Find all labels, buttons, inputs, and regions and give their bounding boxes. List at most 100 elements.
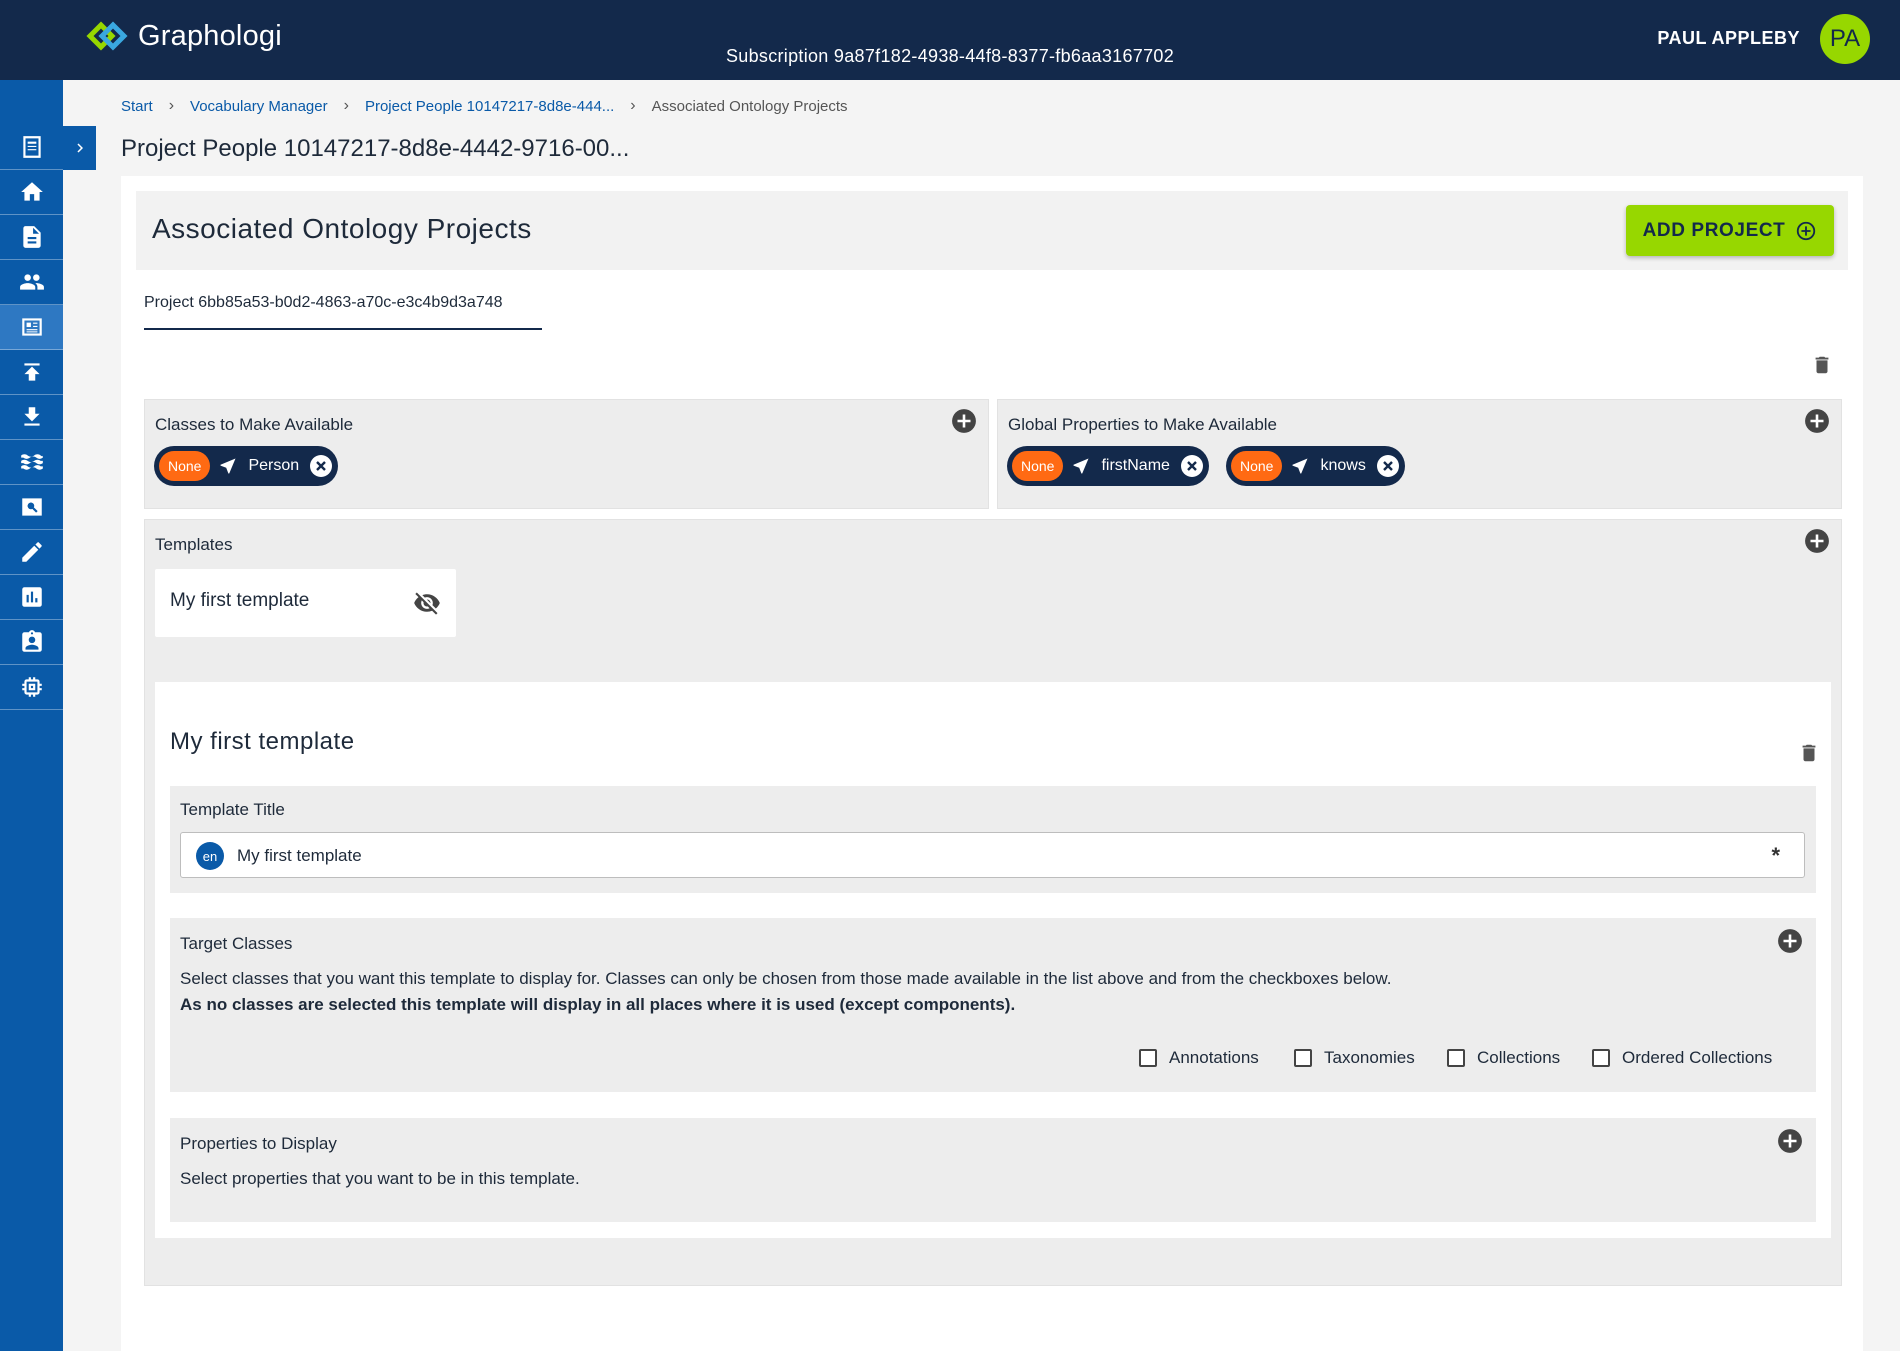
- checkbox-box[interactable]: [1447, 1049, 1465, 1067]
- property-chip[interactable]: None knows: [1226, 446, 1405, 486]
- sidebar-item-profile[interactable]: [0, 620, 63, 665]
- templates-card-label: Templates: [155, 535, 233, 554]
- delete-template-button[interactable]: [1798, 740, 1820, 766]
- chip-badge: None: [159, 451, 211, 481]
- trash-icon: [1802, 744, 1816, 762]
- target-classes-card: Target Classes Select classes that you w…: [170, 918, 1816, 1092]
- required-icon: *: [1771, 843, 1780, 868]
- trash-icon: [1815, 356, 1829, 374]
- template-title-card: Template Title en My first template *: [170, 786, 1816, 893]
- target-classes-label: Target Classes: [180, 934, 293, 953]
- add-target-class-button[interactable]: [1777, 928, 1803, 954]
- home-icon: [20, 182, 43, 201]
- breadcrumb-separator: ›: [343, 97, 349, 114]
- notes-icon: [22, 136, 41, 158]
- class-chip[interactable]: None Person: [154, 446, 339, 486]
- language-badge[interactable]: en: [196, 842, 224, 870]
- checkbox-label: Collections: [1477, 1048, 1561, 1067]
- checkbox-label: Taxonomies: [1324, 1048, 1415, 1067]
- page-title: Project People 10147217-8d8e-4442-9716-0…: [121, 135, 630, 162]
- breadcrumb-start[interactable]: Start: [121, 98, 153, 115]
- add-property-button[interactable]: [1804, 408, 1830, 434]
- template-tile-label: My first template: [170, 590, 310, 611]
- sidebar-item-settings[interactable]: [0, 665, 63, 710]
- breadcrumb-separator: ›: [168, 97, 175, 114]
- checkbox-label: Annotations: [1169, 1048, 1259, 1067]
- breadcrumb-project[interactable]: Project People 10147217-8d8e-444...: [365, 98, 614, 115]
- sidebar-item-notes[interactable]: [0, 125, 63, 170]
- visibility-off-icon[interactable]: [412, 589, 442, 617]
- template-title-label: Template Title: [180, 800, 285, 819]
- search-icon: [21, 498, 42, 516]
- sidebar-item-search[interactable]: [0, 485, 63, 530]
- add-project-button[interactable]: ADD PROJECT: [1626, 205, 1834, 256]
- navigation-arrow-icon: [1292, 458, 1308, 474]
- chevron-right-icon: [76, 143, 83, 153]
- close-circle-icon[interactable]: [1376, 454, 1400, 478]
- waves-icon: [20, 454, 43, 470]
- add-template-button[interactable]: [1804, 528, 1830, 554]
- close-circle-icon[interactable]: [1180, 454, 1204, 478]
- close-circle-icon[interactable]: [309, 454, 333, 478]
- properties-card: Global Properties to Make Available None…: [997, 399, 1842, 509]
- template-tile[interactable]: My first template: [155, 569, 456, 637]
- checkbox-label: Ordered Collections: [1622, 1048, 1773, 1067]
- chip-badge: None: [1231, 451, 1283, 481]
- checkbox-box[interactable]: [1294, 1049, 1312, 1067]
- add-circle-icon: [1778, 1129, 1802, 1153]
- sidebar-item-people[interactable]: [0, 260, 63, 305]
- sidebar-item-waves[interactable]: [0, 440, 63, 485]
- user-name[interactable]: PAUL APPLEBY: [1657, 28, 1800, 49]
- top-header: Graphologi Subscription 9a87f182-4938-44…: [0, 0, 1900, 80]
- navigation-arrow-icon: [220, 458, 236, 474]
- edit-icon: [21, 542, 42, 562]
- sidebar-item-download[interactable]: [0, 395, 63, 440]
- checkbox-taxonomies[interactable]: Taxonomies: [1294, 1048, 1415, 1068]
- chart-icon: [21, 587, 42, 607]
- add-circle-icon: [952, 409, 976, 433]
- checkbox-ordered-collections[interactable]: Ordered Collections: [1592, 1048, 1772, 1068]
- main-panel: Associated Ontology Projects ADD PROJECT…: [121, 176, 1863, 1351]
- sidebar-expand-button[interactable]: [63, 126, 96, 170]
- subscription-label: Subscription 9a87f182-4938-44f8-8377-fb6…: [725, 46, 1175, 66]
- chip-label: firstName: [1101, 457, 1170, 474]
- checkbox-annotations[interactable]: Annotations: [1139, 1048, 1259, 1068]
- properties-display-card: Properties to Display Select properties …: [170, 1118, 1816, 1222]
- checkbox-box[interactable]: [1139, 1049, 1157, 1067]
- checkbox-box[interactable]: [1592, 1049, 1610, 1067]
- breadcrumb-vocabulary-manager[interactable]: Vocabulary Manager: [190, 98, 328, 115]
- templates-card: Templates My first template My first tem…: [144, 519, 1842, 1286]
- classes-card: Classes to Make Available None Person: [144, 399, 989, 509]
- target-classes-help: Select classes that you want this templa…: [180, 969, 1392, 988]
- sidebar-item-analytics[interactable]: [0, 575, 63, 620]
- add-circle-icon: [1778, 929, 1802, 953]
- add-project-label: ADD PROJECT: [1642, 219, 1786, 241]
- sidebar-item-upload[interactable]: [0, 350, 63, 395]
- sidebar-item-documents[interactable]: [0, 215, 63, 260]
- template-editor: My first template Template Title en My f…: [155, 682, 1831, 1238]
- document-icon: [22, 226, 41, 248]
- avatar[interactable]: PA: [1820, 14, 1870, 64]
- sidebar-item-home[interactable]: [0, 170, 63, 215]
- delete-project-button[interactable]: [1811, 352, 1833, 378]
- properties-card-label: Global Properties to Make Available: [1008, 415, 1278, 434]
- add-circle-icon: [1805, 529, 1829, 553]
- sidebar: [0, 80, 63, 1351]
- editor-title: My first template: [170, 728, 355, 755]
- tab-project[interactable]: Project 6bb85a53-b0d2-4863-a70c-e3c4b9d3…: [144, 284, 542, 330]
- chip-label: knows: [1320, 457, 1366, 474]
- add-display-property-button[interactable]: [1777, 1128, 1803, 1154]
- add-class-button[interactable]: [951, 408, 977, 434]
- classes-card-label: Classes to Make Available: [155, 415, 354, 434]
- sidebar-item-vocabulary-manager[interactable]: [0, 305, 63, 350]
- sidebar-item-edit[interactable]: [0, 530, 63, 575]
- property-chip[interactable]: None firstName: [1007, 446, 1209, 486]
- download-icon: [23, 407, 40, 426]
- vocabulary-icon: [21, 318, 42, 336]
- template-title-value: My first template: [237, 846, 362, 865]
- people-icon: [19, 274, 44, 290]
- properties-display-help: Select properties that you want to be in…: [180, 1169, 580, 1188]
- template-title-input[interactable]: en My first template *: [180, 832, 1805, 878]
- breadcrumb-current: Associated Ontology Projects: [651, 97, 848, 115]
- checkbox-collections[interactable]: Collections: [1447, 1048, 1560, 1068]
